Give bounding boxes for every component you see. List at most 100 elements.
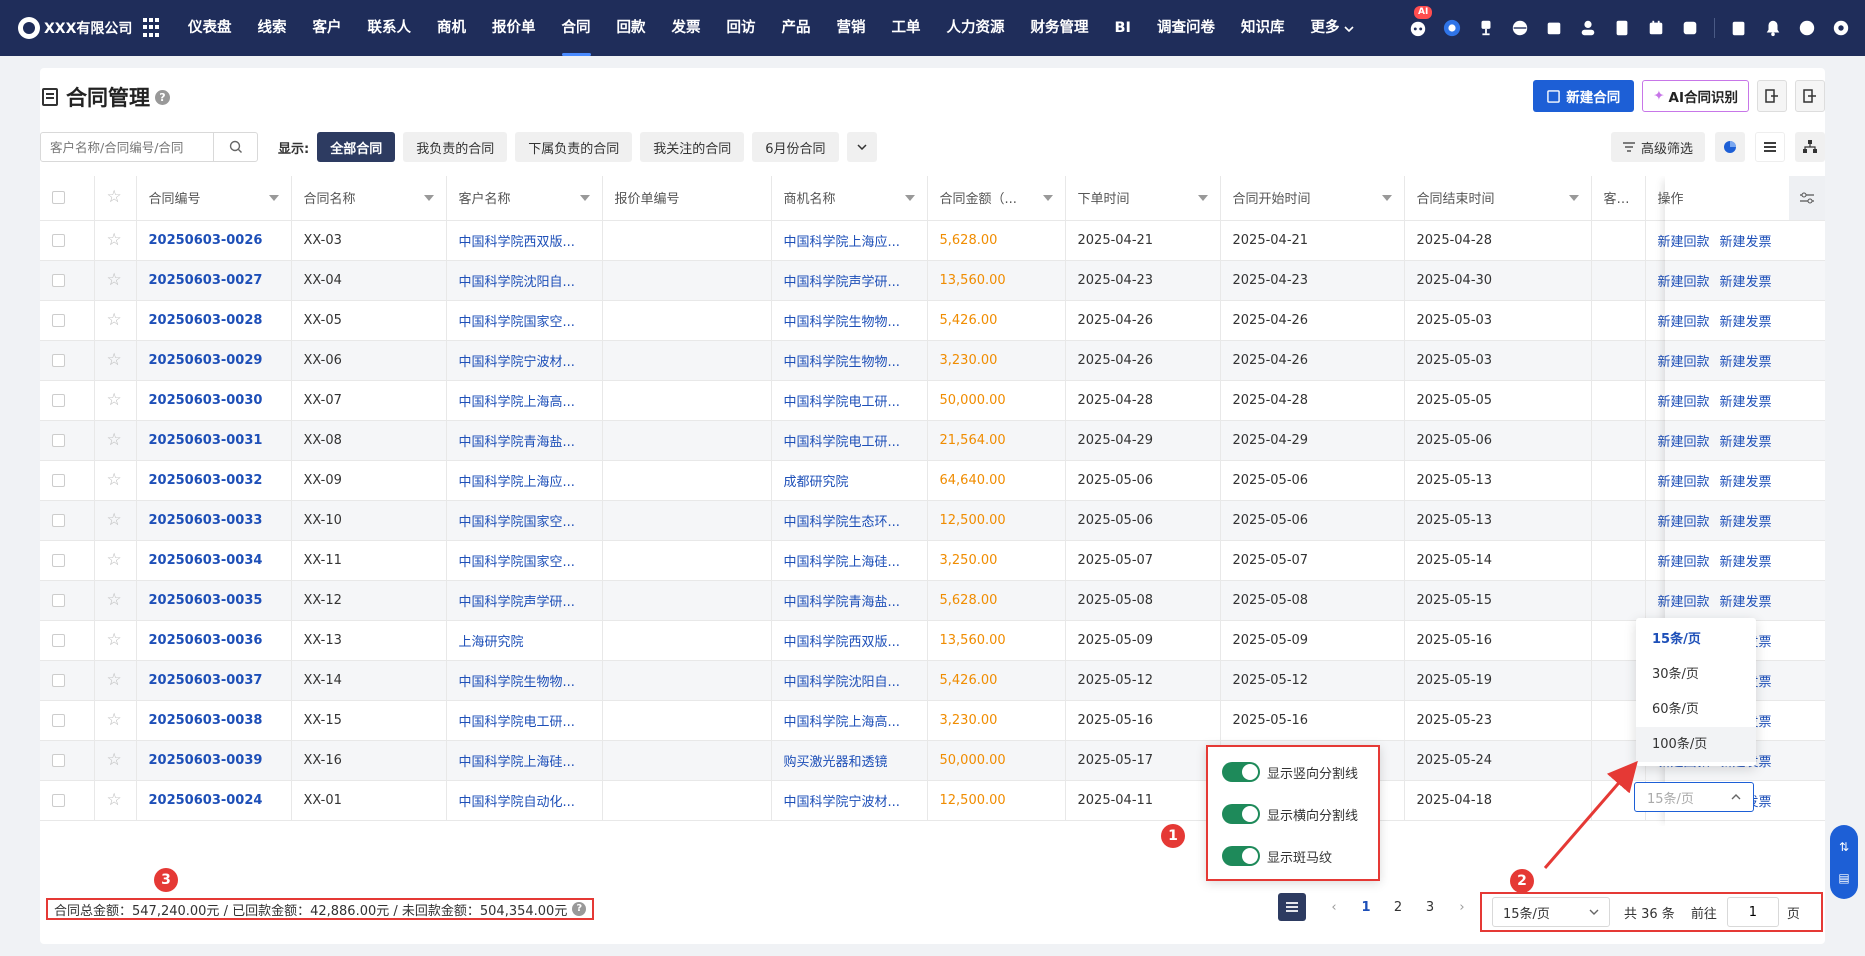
prev-page-button[interactable]: ‹ — [1318, 893, 1350, 921]
cell-customer[interactable]: 中国科学院国家空... — [446, 300, 603, 341]
cell-customer[interactable]: 中国科学院西双版... — [446, 220, 603, 261]
nav-item-3[interactable]: 联系人 — [355, 0, 425, 56]
sort-caret-icon[interactable] — [268, 195, 279, 201]
star-icon[interactable]: ☆ — [107, 670, 122, 690]
new-invoice-link[interactable]: 新建发票 — [1720, 275, 1772, 290]
nav-item-5[interactable]: 报价单 — [479, 0, 549, 56]
list-view-button[interactable] — [1755, 132, 1785, 162]
cell-customer[interactable]: 中国科学院生物物... — [446, 660, 603, 701]
nav-item-10[interactable]: 产品 — [769, 0, 824, 56]
cell-code[interactable]: 20250603-0031 — [136, 420, 292, 461]
new-invoice-link[interactable]: 新建发票 — [1720, 435, 1772, 450]
star-icon[interactable]: ☆ — [107, 790, 122, 810]
table-row[interactable]: ☆ 20250603-0030 XX-07 中国科学院上海高... 中国科学院电工研..… — [40, 380, 1825, 421]
tree-view-button[interactable] — [1795, 132, 1825, 162]
cell-code[interactable]: 20250603-0030 — [136, 380, 292, 421]
cell-code[interactable]: 20250603-0027 — [136, 260, 292, 301]
nav-item-6[interactable]: 合同 — [549, 0, 604, 56]
table-row[interactable]: ☆ 20250603-0034 XX-11 中国科学院国家空... 中国科学院上海硅..… — [40, 540, 1825, 581]
pie-chart-button[interactable] — [1715, 132, 1745, 162]
cell-code[interactable]: 20250603-0039 — [136, 740, 292, 781]
search-input[interactable] — [41, 133, 214, 161]
cell-code[interactable]: 20250603-0024 — [136, 780, 292, 821]
row-checkbox[interactable] — [52, 393, 65, 407]
row-checkbox[interactable] — [52, 353, 65, 367]
summary-help-icon[interactable]: ? — [572, 902, 587, 916]
cell-code[interactable]: 20250603-0038 — [136, 700, 292, 741]
column-header-1[interactable]: 合同名称 — [291, 176, 447, 221]
nav-item-17[interactable]: 知识库 — [1228, 0, 1298, 56]
new-payment-link[interactable]: 新建回款 — [1658, 555, 1710, 570]
table-row[interactable]: ☆ 20250603-0033 XX-10 中国科学院国家空... 中国科学院生态环..… — [40, 500, 1825, 541]
cell-customer[interactable]: 中国科学院宁波材... — [446, 340, 603, 381]
cell-customer[interactable]: 中国科学院声学研... — [446, 580, 603, 621]
row-checkbox[interactable] — [52, 513, 65, 527]
gear-icon[interactable] — [1831, 18, 1851, 38]
nav-item-13[interactable]: 人力资源 — [934, 0, 1018, 56]
page-button-1[interactable]: 1 — [1350, 893, 1382, 921]
page-button-3[interactable]: 3 — [1414, 893, 1446, 921]
toggle-switch[interactable] — [1222, 762, 1260, 782]
row-checkbox[interactable] — [52, 713, 65, 727]
table-row[interactable]: ☆ 20250603-0032 XX-09 中国科学院上海应... 成都研究院 64,64… — [40, 460, 1825, 501]
table-row[interactable]: ☆ 20250603-0038 XX-15 中国科学院电工研... 中国科学院上海高..… — [40, 700, 1825, 741]
column-header-3[interactable]: 报价单编号 — [602, 176, 772, 221]
trophy-icon[interactable] — [1476, 18, 1496, 38]
view-chip-2[interactable]: 下属负责的合同 — [515, 132, 633, 162]
column-header-8[interactable]: 合同结束时间 — [1404, 176, 1592, 221]
table-row[interactable]: ☆ 20250603-0039 XX-16 中国科学院上海硅... 购买激光器和透镜 50… — [40, 740, 1825, 781]
search-button[interactable] — [213, 133, 257, 161]
report-icon[interactable] — [1729, 18, 1749, 38]
new-payment-link[interactable]: 新建回款 — [1658, 235, 1710, 250]
cell-customer[interactable]: 中国科学院上海应... — [446, 460, 603, 501]
toggle-switch[interactable] — [1222, 804, 1260, 824]
nav-item-15[interactable]: BI — [1102, 0, 1144, 56]
new-invoice-link[interactable]: 新建发票 — [1720, 515, 1772, 530]
column-header-5[interactable]: 合同金额（... — [927, 176, 1066, 221]
row-checkbox[interactable] — [52, 473, 65, 487]
nav-item-18[interactable]: 更多 — [1297, 0, 1352, 56]
page-size-option-2[interactable]: 60条/页 — [1636, 692, 1756, 727]
cell-code[interactable]: 20250603-0028 — [136, 300, 292, 341]
column-settings-button[interactable] — [1789, 176, 1825, 220]
cell-customer[interactable]: 中国科学院上海硅... — [446, 740, 603, 781]
cell-opp[interactable]: 中国科学院沈阳自... — [771, 660, 928, 701]
sort-caret-icon[interactable] — [1197, 195, 1208, 201]
star-icon[interactable]: ☆ — [107, 710, 122, 730]
sort-caret-icon[interactable] — [423, 195, 434, 201]
sort-caret-icon[interactable] — [1042, 195, 1053, 201]
new-payment-link[interactable]: 新建回款 — [1658, 355, 1710, 370]
next-page-button[interactable]: › — [1446, 893, 1478, 921]
export-button[interactable] — [1795, 80, 1825, 112]
cell-customer[interactable]: 中国科学院上海高... — [446, 380, 603, 421]
new-payment-link[interactable]: 新建回款 — [1658, 275, 1710, 290]
column-header-2[interactable]: 客户名称 — [446, 176, 603, 221]
cell-customer[interactable]: 中国科学院电工研... — [446, 700, 603, 741]
table-row[interactable]: ☆ 20250603-0037 XX-14 中国科学院生物物... 中国科学院沈阳自..… — [40, 660, 1825, 701]
ai-recognize-button[interactable]: ✦ AI合同识别 — [1642, 80, 1749, 112]
new-invoice-link[interactable]: 新建发票 — [1720, 475, 1772, 490]
star-icon[interactable]: ☆ — [107, 390, 122, 410]
row-checkbox[interactable] — [52, 633, 65, 647]
new-payment-link[interactable]: 新建回款 — [1658, 315, 1710, 330]
row-checkbox[interactable] — [52, 313, 65, 327]
new-invoice-link[interactable]: 新建发票 — [1720, 315, 1772, 330]
row-checkbox[interactable] — [52, 433, 65, 447]
cell-opp[interactable]: 中国科学院西双版... — [771, 620, 928, 661]
table-row[interactable]: ☆ 20250603-0036 XX-13 上海研究院 中国科学院西双版... 13,56… — [40, 620, 1825, 661]
cell-opp[interactable]: 中国科学院青海盐... — [771, 580, 928, 621]
nav-item-2[interactable]: 客户 — [300, 0, 355, 56]
row-checkbox[interactable] — [52, 673, 65, 687]
column-header-4[interactable]: 商机名称 — [771, 176, 928, 221]
table-row[interactable]: ☆ 20250603-0035 XX-12 中国科学院声学研... 中国科学院青海盐..… — [40, 580, 1825, 621]
floating-tools[interactable]: ⇅ ▤ — [1830, 825, 1858, 899]
cell-opp[interactable]: 中国科学院宁波材... — [771, 780, 928, 821]
nav-item-0[interactable]: 仪表盘 — [175, 0, 245, 56]
cell-code[interactable]: 20250603-0035 — [136, 580, 292, 621]
column-header-9[interactable]: 客户签 — [1591, 176, 1646, 221]
cell-code[interactable]: 20250603-0029 — [136, 340, 292, 381]
phone-icon[interactable] — [1680, 18, 1700, 38]
company-logo[interactable]: XXX有限公司 — [0, 17, 135, 39]
ai-assistant-icon[interactable]: AI — [1408, 6, 1433, 38]
cell-code[interactable]: 20250603-0037 — [136, 660, 292, 701]
